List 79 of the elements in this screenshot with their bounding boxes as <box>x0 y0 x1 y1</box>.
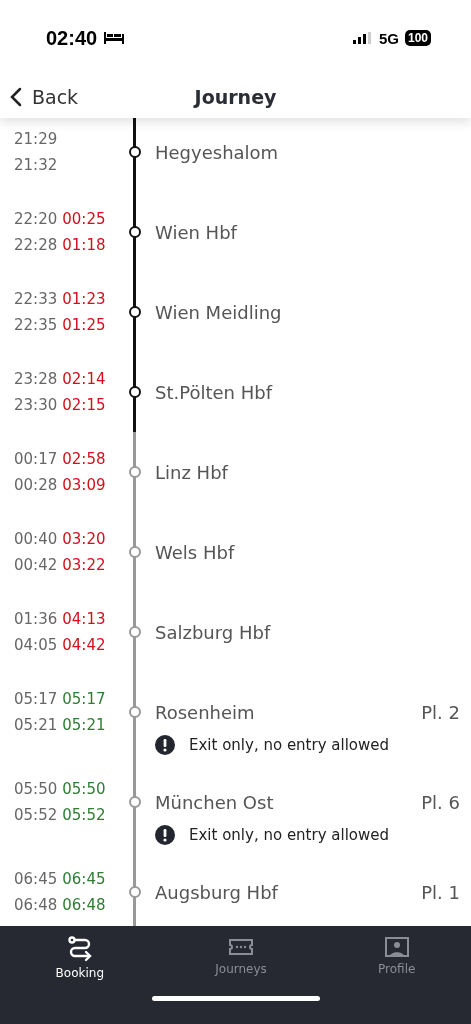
exclamation-icon <box>155 825 175 845</box>
profile-card-icon <box>383 936 410 958</box>
tab-item[interactable]: Profile <box>358 936 436 980</box>
arrival-time: 22:20 <box>14 209 58 230</box>
departure-time: 00:28 <box>14 475 58 496</box>
departure-time: 00:42 <box>14 555 58 576</box>
arrival-time: 05:17 <box>14 689 58 710</box>
screen-title: Journey <box>194 86 277 108</box>
stop-dot <box>129 306 141 318</box>
departure-time: 05:52 <box>14 805 58 826</box>
departure-time: 23:30 <box>14 395 58 416</box>
actual-departure-time: 02:15 <box>62 395 106 416</box>
station-name: St.Pölten Hbf <box>154 381 274 403</box>
stop-dot <box>129 706 141 718</box>
arrival-time: 23:28 <box>14 369 58 390</box>
actual-arrival-time: 05:17 <box>62 689 106 710</box>
arrival-time: 06:45 <box>14 869 58 890</box>
stop-dot <box>129 146 141 158</box>
stop-dot <box>129 626 141 638</box>
departure-time: 22:35 <box>14 315 58 336</box>
actual-departure-time: 01:25 <box>62 315 106 336</box>
actual-departure-time: 04:42 <box>62 635 106 656</box>
station-name: Wien Hbf <box>154 221 239 243</box>
stop-dot <box>129 466 141 478</box>
ticket-icon <box>228 936 255 958</box>
tab-item[interactable]: Journeys <box>195 936 287 980</box>
station-name: Rosenheim <box>154 701 256 723</box>
battery-level: 100 <box>404 30 431 46</box>
actual-arrival-time: 01:23 <box>62 289 106 310</box>
departure-time: 21:32 <box>14 155 58 176</box>
bed-icon <box>103 31 126 45</box>
station-name: Hegyeshalom <box>154 141 280 163</box>
arrival-time: 22:33 <box>14 289 58 310</box>
route-icon <box>66 936 93 962</box>
stop-dot <box>129 386 141 398</box>
chevron-left-icon <box>10 87 22 107</box>
actual-departure-time: 01:18 <box>62 235 106 256</box>
arrival-time: 00:40 <box>14 529 58 550</box>
station-name: Augsburg Hbf <box>154 881 280 903</box>
exclamation-icon <box>155 735 175 755</box>
actual-arrival-time: 06:45 <box>62 869 106 890</box>
actual-arrival-time: 02:14 <box>62 369 106 390</box>
status-time: 02:40 <box>46 26 98 50</box>
actual-arrival-time: 04:13 <box>62 609 106 630</box>
actual-departure-time: 06:48 <box>62 895 106 916</box>
actual-arrival-time: 05:50 <box>62 779 106 800</box>
station-name: Wien Meidling <box>154 301 283 323</box>
tab-item[interactable]: Booking <box>35 936 125 980</box>
departure-time: 22:28 <box>14 235 58 256</box>
actual-arrival-time: 02:58 <box>62 449 106 470</box>
actual-departure-time: 05:52 <box>62 805 106 826</box>
departure-time: 06:48 <box>14 895 58 916</box>
arrival-time: 00:17 <box>14 449 58 470</box>
arrival-time: 21:29 <box>14 129 58 150</box>
arrival-time: 05:50 <box>14 779 58 800</box>
notice-text: Exit only, no entry allowed <box>189 736 390 754</box>
platform-label: Pl. 6 <box>421 791 461 813</box>
actual-departure-time: 03:09 <box>62 475 106 496</box>
actual-departure-time: 05:21 <box>62 715 106 736</box>
actual-arrival-time: 03:20 <box>62 529 106 550</box>
stop-dot <box>129 226 141 238</box>
stop-dot <box>129 546 141 558</box>
stop-dot <box>129 886 141 898</box>
station-name: Salzburg Hbf <box>154 621 272 643</box>
departure-time: 05:21 <box>14 715 58 736</box>
station-name: Linz Hbf <box>154 461 230 483</box>
platform-label: Pl. 1 <box>421 881 461 903</box>
stop-dot <box>129 796 141 808</box>
station-name: München Ost <box>154 791 275 813</box>
station-name: Wels Hbf <box>154 541 236 563</box>
actual-departure-time: 03:22 <box>62 555 106 576</box>
actual-arrival-time: 00:25 <box>62 209 106 230</box>
platform-label: Pl. 2 <box>421 701 461 723</box>
network-label: 5G <box>378 29 399 47</box>
notice-text: Exit only, no entry allowed <box>189 826 390 844</box>
departure-time: 04:05 <box>14 635 58 656</box>
arrival-time: 01:36 <box>14 609 58 630</box>
signal-icon <box>352 32 373 44</box>
back-button[interactable]: Back <box>0 86 79 108</box>
